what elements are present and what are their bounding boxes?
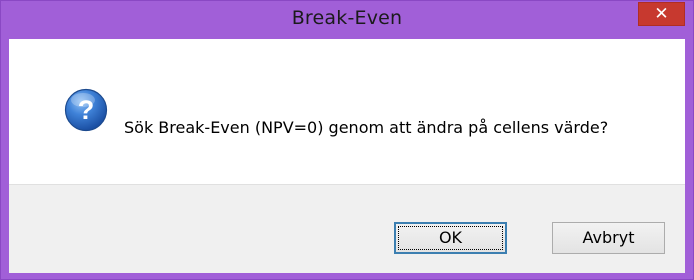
window-title: Break-Even <box>291 7 403 29</box>
cancel-button-label: Avbryt <box>582 228 635 247</box>
title-bar[interactable]: Break-Even ✕ <box>1 1 693 39</box>
button-bar: OK Avbryt <box>9 184 685 273</box>
close-button[interactable]: ✕ <box>638 2 685 26</box>
question-icon-glyph: ? <box>78 95 95 125</box>
message-area: ? Sök Break-Even (NPV=0) genom att ändra… <box>9 39 685 184</box>
cancel-button[interactable]: Avbryt <box>552 222 665 254</box>
question-icon: ? <box>64 88 108 132</box>
dialog-content: ? Sök Break-Even (NPV=0) genom att ändra… <box>9 39 685 273</box>
close-icon: ✕ <box>654 4 669 24</box>
ok-button-label: OK <box>438 228 463 247</box>
dialog-window: Break-Even ✕ ? Sök Break-Even (NPV=0) ge… <box>0 0 694 280</box>
ok-button[interactable]: OK <box>394 222 507 254</box>
dialog-message: Sök Break-Even (NPV=0) genom att ändra p… <box>124 118 609 137</box>
